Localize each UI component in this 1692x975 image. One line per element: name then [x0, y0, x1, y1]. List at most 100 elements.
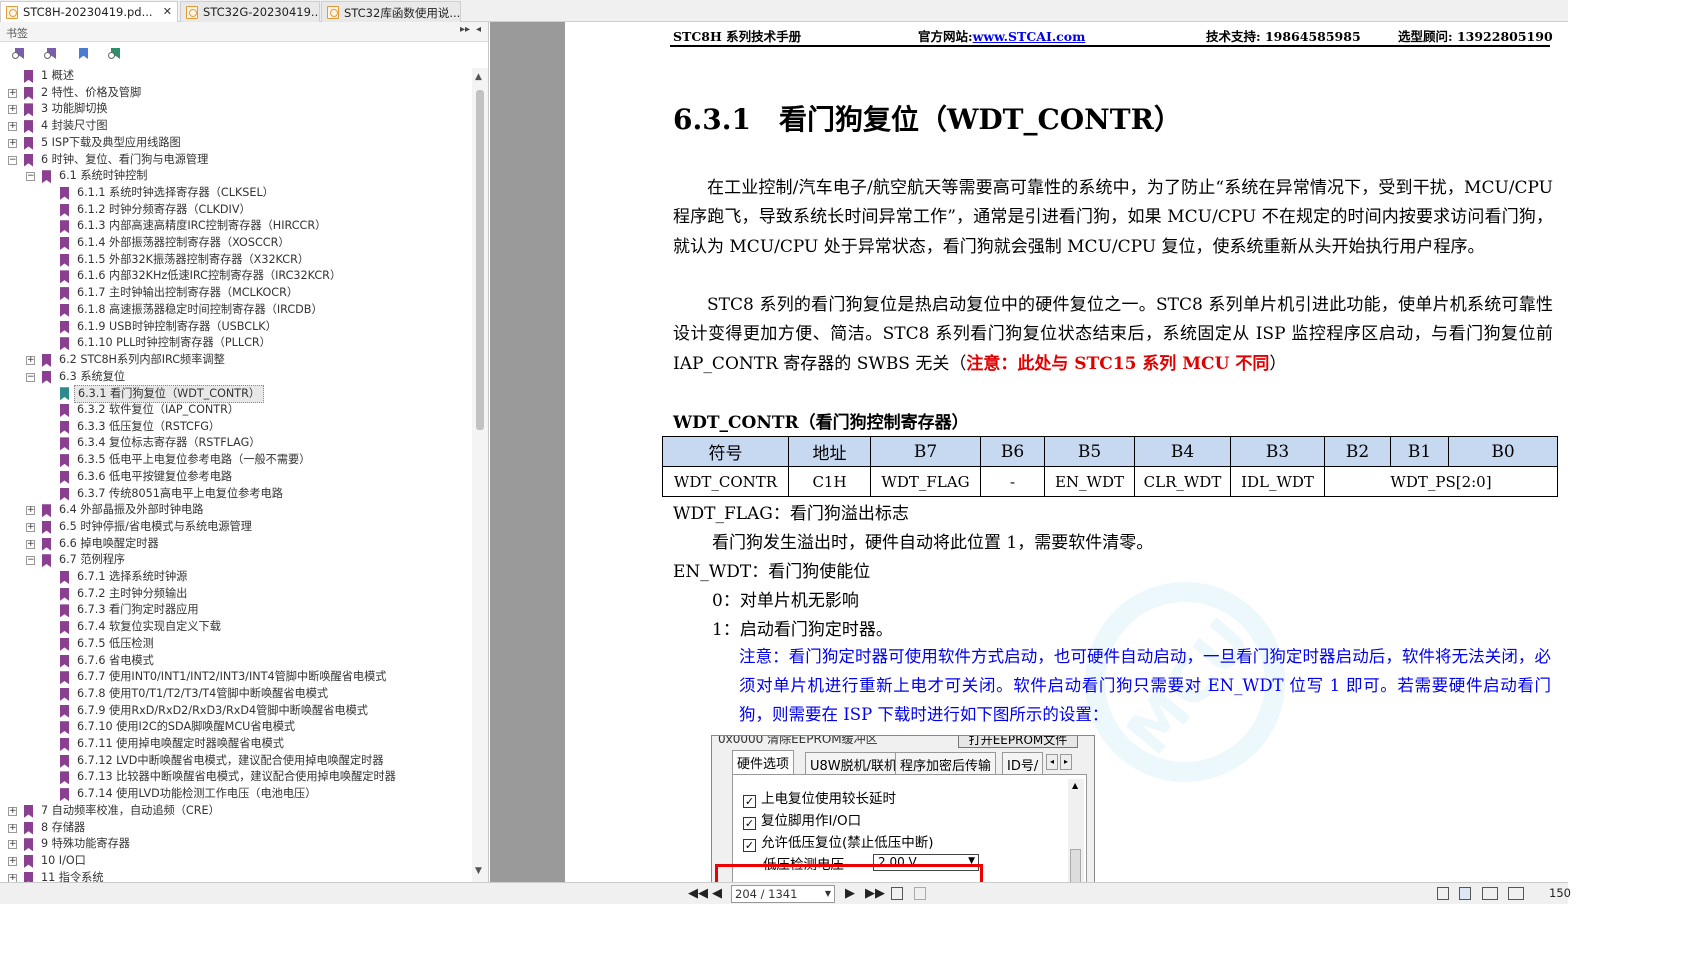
bookmark-item[interactable]: 6.7.4 软复位实现自定义下载 [0, 619, 470, 636]
bookmark-item[interactable]: 6.1.9 USB时钟控制寄存器（USBCLK） [0, 319, 470, 336]
scroll-down-icon[interactable]: ▼ [475, 866, 482, 876]
sidebar-scrollbar[interactable]: ▲ ▼ [472, 68, 488, 882]
figure-scroll-thumb [1070, 849, 1081, 882]
bookmark-item[interactable]: − 6.1 系统时钟控制 [0, 168, 470, 185]
bookmark-item[interactable]: 6.7.11 使用掉电唤醒定时器唤醒省电模式 [0, 736, 470, 753]
bookmark-item[interactable]: 6.3.4 复位标志寄存器（RSTFLAG） [0, 435, 470, 452]
close-icon[interactable]: ✕ [163, 5, 172, 18]
bookmark-item[interactable]: 6.1.3 内部高速高精度IRC控制寄存器（HIRCCR） [0, 218, 470, 235]
expand-icon[interactable]: + [8, 806, 17, 816]
continuous-view-icon[interactable] [1459, 887, 1471, 900]
continuous-facing-view-icon[interactable] [1508, 887, 1524, 900]
bookmark-item[interactable]: 6.7.10 使用I2C的SDA脚唤醒MCU省电模式 [0, 719, 470, 736]
bookmark-item[interactable]: +5 ISP下载及典型应用线路图 [0, 135, 470, 152]
expand-icon[interactable]: + [8, 138, 17, 148]
bookmark-item[interactable]: 6.1.5 外部32K振荡器控制寄存器（X32KCR） [0, 252, 470, 269]
go-forward-icon[interactable] [914, 887, 926, 900]
page-number-input[interactable]: 204 / 1341 ▼ [731, 885, 835, 903]
bookmark-item[interactable]: +4 封装尺寸图 [0, 118, 470, 135]
bookmark-item[interactable]: 6.7.8 使用T0/T1/T2/T3/T4管脚中断唤醒省电模式 [0, 686, 470, 703]
bookmark-item[interactable]: 6.7.1 选择系统时钟源 [0, 569, 470, 586]
bookmark-item[interactable]: +2 特性、价格及管脚 [0, 85, 470, 102]
expand-all-bookmarks-icon[interactable] [12, 48, 26, 62]
collapse-icon[interactable]: − [26, 372, 35, 382]
zoom-level[interactable]: 150 [1549, 886, 1571, 900]
collapse-sidebar-icon[interactable]: ▸▸ [460, 24, 470, 35]
bookmark-item[interactable]: 6.7.3 看门狗定时器应用 [0, 602, 470, 619]
expand-icon[interactable]: + [8, 840, 17, 850]
bookmark-item[interactable]: +6.5 时钟停振/省电模式与系统电源管理 [0, 519, 470, 536]
next-page-icon[interactable]: ▶ [845, 886, 855, 901]
document-viewport[interactable]: STC8H 系列技术手册 官方网站:www.STCAI.com 技术支持: 19… [490, 22, 1568, 882]
expand-icon[interactable]: + [8, 873, 17, 882]
bookmark-item[interactable]: +11 指令系统 [0, 870, 470, 882]
previous-page-icon[interactable]: ◀ [712, 886, 722, 901]
bookmark-item[interactable]: 6.7.5 低压检测 [0, 636, 470, 653]
expand-icon[interactable]: + [26, 539, 35, 549]
bookmark-item[interactable]: 6.7.14 使用LVD功能检测工作电压（电池电压） [0, 786, 470, 803]
bookmark-item[interactable]: +9 特殊功能寄存器 [0, 836, 470, 853]
register-cell: CLR_WDT [1134, 466, 1231, 497]
expand-icon[interactable]: + [26, 506, 35, 516]
bookmark-item[interactable]: 6.3.7 传统8051高电平上电复位参考电路 [0, 486, 470, 503]
last-page-icon[interactable]: ▶▶ [865, 886, 885, 901]
scrollbar-thumb[interactable] [476, 90, 484, 430]
bookmark-item[interactable]: 6.7.2 主时钟分频输出 [0, 586, 470, 603]
first-page-icon[interactable]: ◀◀ [688, 886, 708, 901]
bookmark-item[interactable]: +10 I/O口 [0, 853, 470, 870]
bookmark-item[interactable]: 6.3.3 低压复位（RSTCFG） [0, 419, 470, 436]
bookmark-item[interactable]: 1 概述 [0, 68, 470, 85]
tab-stc8h[interactable]: STC8H-20230419.pd... ✕ [0, 1, 178, 22]
bookmark-item[interactable]: 6.3.6 低电平按键复位参考电路 [0, 469, 470, 486]
expand-icon[interactable]: + [8, 122, 17, 132]
bookmark-item[interactable]: +6.2 STC8H系列内部IRC频率调整 [0, 352, 470, 369]
bookmark-item[interactable]: 6.1.4 外部振荡器控制寄存器（XOSCCR） [0, 235, 470, 252]
bookmark-item[interactable]: 6.1.6 内部32KHz低速IRC控制寄存器（IRC32KCR） [0, 268, 470, 285]
bookmark-item[interactable]: 6.1.2 时钟分频寄存器（CLKDIV） [0, 202, 470, 219]
bookmark-item[interactable]: 6.7.12 LVD中断唤醒省电模式，建议配合使用掉电唤醒定时器 [0, 753, 470, 770]
collapse-icon[interactable]: − [26, 172, 35, 182]
bookmark-item[interactable]: 6.3.2 软件复位（IAP_CONTR） [0, 402, 470, 419]
bookmark-item[interactable]: 6.7.9 使用RxD/RxD2/RxD3/RxD4管脚中断唤醒省电模式 [0, 703, 470, 720]
expand-icon[interactable]: + [8, 105, 17, 115]
expand-icon[interactable]: + [26, 355, 35, 365]
go-back-icon[interactable] [891, 887, 903, 900]
bookmark-item[interactable]: +8 存储器 [0, 820, 470, 837]
collapse-all-bookmarks-icon[interactable] [44, 48, 58, 62]
bookmark-item[interactable]: 6.1.8 高速振荡器稳定时间控制寄存器（IRCDB） [0, 302, 470, 319]
bookmark-item[interactable]: − 6.7 范例程序 [0, 552, 470, 569]
expand-icon[interactable]: + [8, 88, 17, 98]
pin-sidebar-icon[interactable]: ◂ [476, 24, 481, 35]
find-bookmark-icon[interactable] [108, 48, 122, 62]
facing-view-icon[interactable] [1482, 887, 1498, 900]
header-site-link[interactable]: www.STCAI.com [973, 29, 1086, 44]
bookmark-label: 11 指令系统 [41, 870, 104, 882]
bookmark-item[interactable]: − 6 时钟、复位、看门狗与电源管理 [0, 152, 470, 169]
bookmark-item[interactable]: 6.3.1 看门狗复位（WDT_CONTR） [0, 385, 470, 404]
chevron-down-icon[interactable]: ▼ [825, 886, 831, 902]
bookmark-item[interactable]: 6.7.6 省电模式 [0, 653, 470, 670]
bookmark-item[interactable]: +3 功能脚切换 [0, 101, 470, 118]
tab-stc32-lib[interactable]: STC32库函数使用说... [321, 1, 461, 22]
single-page-view-icon[interactable] [1437, 887, 1449, 900]
bookmark-item[interactable]: +6.6 掉电唤醒定时器 [0, 536, 470, 553]
bookmark-item[interactable]: 6.3.5 低电平上电复位参考电路（一般不需要） [0, 452, 470, 469]
tab-stc32g[interactable]: STC32G-20230419.... [180, 1, 320, 22]
bookmark-item[interactable]: +6.4 外部晶振及外部时钟电路 [0, 502, 470, 519]
collapse-icon[interactable]: − [8, 155, 17, 165]
bookmark-item[interactable]: 6.7.13 比较器中断唤醒省电模式，建议配合使用掉电唤醒定时器 [0, 769, 470, 786]
bookmark-item[interactable]: 6.1.10 PLL时钟控制寄存器（PLLCR） [0, 335, 470, 352]
bookmark-item[interactable]: 6.1.1 系统时钟选择寄存器（CLKSEL） [0, 185, 470, 202]
bookmark-label: 6.1.8 高速振荡器稳定时间控制寄存器（IRCDB） [77, 302, 323, 316]
scroll-up-icon[interactable]: ▲ [475, 72, 482, 82]
status-bar: ◀◀ ◀ 204 / 1341 ▼ ▶ ▶▶ 150 [0, 882, 1571, 904]
bookmark-item[interactable]: +7 自动频率校准，自动追频（CRE） [0, 803, 470, 820]
bookmark-item[interactable]: 6.7.7 使用INT0/INT1/INT2/INT3/INT4管脚中断唤醒省电… [0, 669, 470, 686]
bookmark-item[interactable]: − 6.3 系统复位 [0, 369, 470, 386]
expand-icon[interactable]: + [8, 856, 17, 866]
expand-icon[interactable]: + [8, 823, 17, 833]
collapse-icon[interactable]: − [26, 556, 35, 566]
add-bookmark-icon[interactable] [76, 48, 90, 62]
bookmark-item[interactable]: 6.1.7 主时钟输出控制寄存器（MCLKOCR） [0, 285, 470, 302]
expand-icon[interactable]: + [26, 522, 35, 532]
